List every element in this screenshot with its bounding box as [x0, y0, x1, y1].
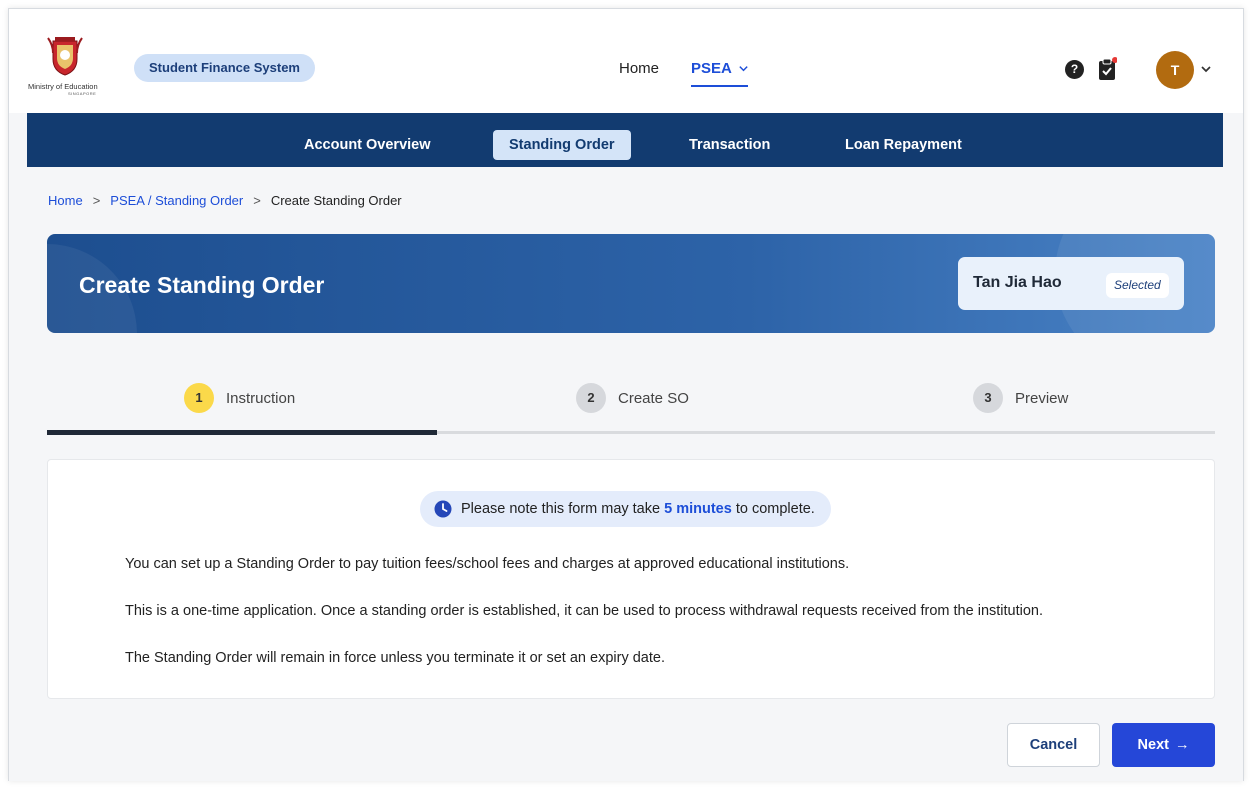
nav-psea-dropdown[interactable]: PSEA: [691, 60, 749, 77]
next-button-label: Next: [1137, 737, 1169, 753]
instruction-paragraph: The Standing Order will remain in force …: [125, 650, 665, 666]
instruction-card: Please note this form may take 5 minutes…: [47, 459, 1215, 699]
ministry-name: Ministry of Education: [28, 82, 98, 91]
app-window: Ministry of Education SINGAPORE Student …: [8, 8, 1244, 781]
step-label: Create SO: [618, 389, 689, 407]
next-button[interactable]: Next →: [1112, 723, 1215, 767]
step-label: Preview: [1015, 389, 1069, 407]
stepper-progress: [47, 430, 437, 435]
page-title: Create Standing Order: [79, 272, 325, 298]
user-avatar[interactable]: T: [1156, 51, 1194, 89]
step-number: 1: [184, 383, 214, 413]
notice-suffix: to complete.: [735, 501, 815, 517]
instruction-paragraph: You can set up a Standing Order to pay t…: [125, 556, 850, 572]
chevron-down-icon: [739, 66, 748, 72]
arrow-right-icon: →: [1174, 737, 1190, 753]
subnav-standing-order[interactable]: Standing Order: [493, 130, 631, 160]
section-nav-bar: Account Overview Standing Order Transact…: [27, 113, 1223, 167]
breadcrumb-separator: >: [92, 193, 101, 208]
top-header: Ministry of Education SINGAPORE Student …: [9, 9, 1243, 113]
step-instruction[interactable]: 1 Instruction: [184, 383, 295, 413]
cancel-button[interactable]: Cancel: [1007, 723, 1100, 767]
system-name-badge[interactable]: Student Finance System: [134, 54, 315, 82]
clock-icon: [434, 500, 452, 518]
selected-badge: Selected: [1106, 273, 1169, 298]
breadcrumb-current: Create Standing Order: [270, 193, 402, 208]
breadcrumb: Home > PSEA / Standing Order > Create St…: [48, 193, 402, 208]
notice-text: Please note this form may take 5 minutes…: [461, 501, 815, 517]
breadcrumb-psea-standing-order[interactable]: PSEA / Standing Order: [110, 193, 243, 208]
step-label: Instruction: [226, 389, 296, 407]
selected-student-card[interactable]: Tan Jia Hao Selected: [958, 257, 1184, 310]
instruction-paragraph: This is a one-time application. Once a s…: [125, 603, 1044, 619]
student-name: Tan Jia Hao: [973, 274, 1062, 291]
page-hero-banner: Create Standing Order Tan Jia Hao Select…: [47, 234, 1215, 333]
step-create-so[interactable]: 2 Create SO: [576, 383, 689, 413]
step-preview[interactable]: 3 Preview: [973, 383, 1068, 413]
time-notice: Please note this form may take 5 minutes…: [420, 491, 831, 527]
clipboard-check-icon[interactable]: [1097, 57, 1117, 81]
moe-logo[interactable]: Ministry of Education SINGAPORE: [28, 35, 108, 96]
nav-home-link[interactable]: Home: [619, 60, 659, 77]
help-icon[interactable]: ?: [1065, 60, 1084, 79]
subnav-loan-repayment[interactable]: Loan Repayment: [845, 130, 962, 160]
step-number: 3: [973, 383, 1003, 413]
breadcrumb-separator: >: [253, 193, 261, 208]
moe-crest-icon: [47, 37, 83, 76]
notice-duration: 5 minutes: [664, 501, 732, 517]
notice-prefix: Please note this form may take: [461, 501, 661, 517]
subnav-account-overview[interactable]: Account Overview: [304, 130, 431, 160]
breadcrumb-home[interactable]: Home: [48, 193, 83, 208]
step-number: 2: [576, 383, 606, 413]
ministry-country: SINGAPORE: [68, 91, 97, 96]
subnav-transaction[interactable]: Transaction: [689, 130, 770, 160]
nav-active-indicator: [691, 85, 748, 87]
account-chevron-down-icon[interactable]: [1199, 62, 1213, 76]
nav-psea-label: PSEA: [691, 60, 732, 77]
